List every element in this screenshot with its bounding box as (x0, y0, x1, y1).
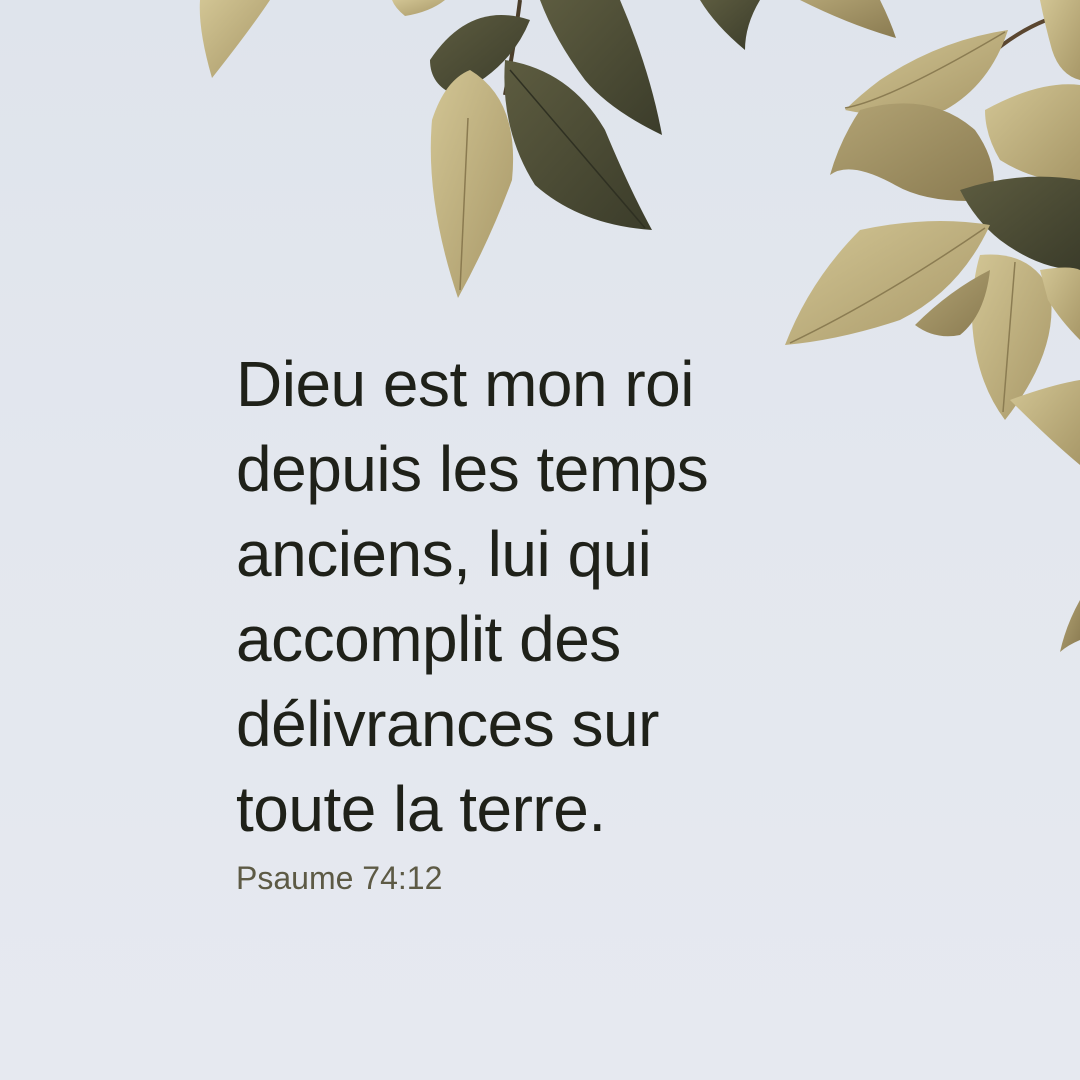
verse-line: anciens, lui qui (236, 518, 652, 590)
verse-line: toute la terre. (236, 773, 606, 845)
verse-line: depuis les temps (236, 433, 709, 505)
verse-line: délivrances sur (236, 688, 659, 760)
verse-line: accomplit des (236, 603, 621, 675)
verse-text: Dieu est mon roi depuis les temps ancien… (236, 342, 836, 852)
verse-reference: Psaume 74:12 (236, 860, 443, 896)
leaf (199, 0, 270, 78)
verse-line: Dieu est mon roi (236, 348, 694, 420)
verse-card: Dieu est mon roi depuis les temps ancien… (0, 0, 1080, 1080)
